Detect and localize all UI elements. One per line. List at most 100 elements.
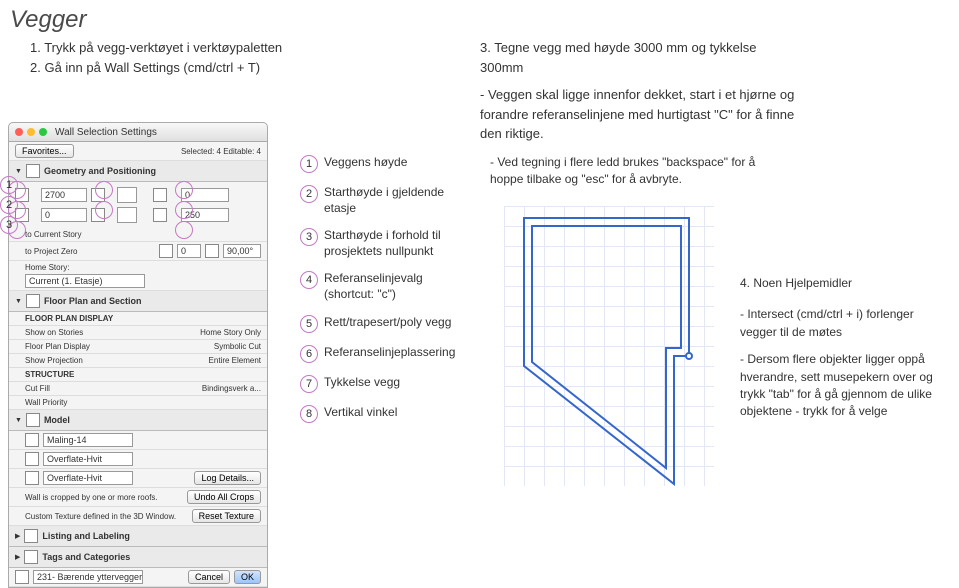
section-geometry-label: Geometry and Positioning bbox=[44, 166, 156, 176]
zero-icon bbox=[159, 244, 173, 258]
to-zero-label: to Project Zero bbox=[25, 247, 77, 256]
legend-num-8: 8 bbox=[300, 405, 318, 423]
undo-crops-button[interactable]: Undo All Crops bbox=[187, 490, 261, 504]
marker-5 bbox=[95, 201, 113, 219]
show-proj-value[interactable]: Entire Element bbox=[209, 356, 261, 365]
legend-num-2: 2 bbox=[300, 185, 318, 203]
favorites-button[interactable]: Favorites... bbox=[15, 144, 74, 158]
legend-text-3: Starthøyde i forhold til prosjektets nul… bbox=[324, 228, 470, 259]
maling-select[interactable]: Maling-14 bbox=[43, 433, 133, 447]
zero-input[interactable]: 0 bbox=[177, 244, 201, 258]
crop-row: Wall is cropped by one or more roofs. Un… bbox=[9, 488, 267, 507]
angle-icon bbox=[205, 244, 219, 258]
geometry-method-icon bbox=[153, 188, 167, 202]
fpd2-value[interactable]: Symbolic Cut bbox=[214, 342, 261, 351]
reset-texture-button[interactable]: Reset Texture bbox=[192, 509, 261, 523]
section-geometry[interactable]: ▼ Geometry and Positioning bbox=[9, 161, 267, 182]
tags-icon bbox=[24, 550, 38, 564]
traffic-lights-icon bbox=[15, 128, 47, 136]
section-listing[interactable]: ▶ Listing and Labeling bbox=[9, 526, 267, 547]
cancel-button[interactable]: Cancel bbox=[188, 570, 230, 584]
ext-markers-left: 1 2 3 bbox=[0, 176, 18, 234]
refline-picker[interactable] bbox=[117, 187, 137, 203]
height-input[interactable]: 2700 bbox=[41, 188, 87, 202]
base-input[interactable]: 0 bbox=[41, 208, 87, 222]
steps-left: 1. Trykk på vegg-verktøyet i verktøypale… bbox=[30, 38, 282, 77]
home-story-select[interactable]: Current (1. Etasje) bbox=[25, 274, 145, 288]
log-details-button[interactable]: Log Details... bbox=[194, 471, 261, 485]
marker-4 bbox=[95, 181, 113, 199]
overflate1-select[interactable]: Overflate-Hvit bbox=[43, 452, 133, 466]
layer-select[interactable]: 231- Bærende yttervegger bbox=[33, 570, 143, 584]
section-tags[interactable]: ▶ Tags and Categories bbox=[9, 547, 267, 568]
angle-input[interactable]: 90,00° bbox=[223, 244, 261, 258]
layer-icon bbox=[15, 570, 29, 584]
geometry-fields: 2700 0 0 250 bbox=[9, 182, 267, 228]
marker-8 bbox=[175, 221, 193, 239]
help-section: 4. Noen Hjelpemidler - Intersect (cmd/ct… bbox=[740, 275, 940, 431]
overflate2-select[interactable]: Overflate-Hvit bbox=[43, 471, 133, 485]
disclosure-triangle-icon: ▼ bbox=[15, 298, 22, 305]
legend-item-8: 8 Vertikal vinkel bbox=[300, 405, 470, 423]
plan-drawing bbox=[504, 206, 714, 486]
window-title: Wall Selection Settings bbox=[55, 127, 157, 138]
cutfill-value[interactable]: Bindingsverk a... bbox=[202, 384, 261, 393]
help-p2: - Dersom flere objekter ligger oppå hver… bbox=[740, 351, 940, 421]
disclosure-triangle-icon: ▶ bbox=[15, 532, 20, 540]
section-floorplan[interactable]: ▼ Floor Plan and Section bbox=[9, 291, 267, 312]
section-model[interactable]: ▼ Model bbox=[9, 410, 267, 431]
maling-row: Maling-14 bbox=[9, 431, 267, 450]
favorites-row: Favorites... Selected: 4 Editable: 4 bbox=[9, 142, 267, 161]
legend-item-1: 1 Veggens høyde bbox=[300, 155, 470, 173]
wall-priority-label: Wall Priority bbox=[25, 398, 67, 407]
structure-header: STRUCTURE bbox=[9, 368, 267, 382]
wall-settings-panel: Wall Selection Settings Favorites... Sel… bbox=[8, 122, 268, 588]
wall-icon bbox=[26, 164, 40, 178]
ok-button[interactable]: OK bbox=[234, 570, 261, 584]
help-title: 4. Noen Hjelpemidler bbox=[740, 275, 940, 292]
show-proj-label: Show Projection bbox=[25, 356, 83, 365]
marker-6 bbox=[175, 181, 193, 199]
selected-count: Selected: 4 Editable: 4 bbox=[181, 147, 261, 156]
show-on-value[interactable]: Home Story Only bbox=[200, 328, 261, 337]
floorplan-icon bbox=[26, 294, 40, 308]
ext-marker-2: 2 bbox=[0, 196, 18, 214]
legend-text-7: Tykkelse vegg bbox=[324, 375, 400, 391]
cutfill-row: Cut Fill Bindingsverk a... bbox=[9, 382, 267, 396]
panel-titlebar: Wall Selection Settings bbox=[8, 122, 268, 142]
disclosure-triangle-icon: ▼ bbox=[15, 168, 22, 175]
to-current-label: to Current Story bbox=[25, 230, 81, 239]
overflate1-row: Overflate-Hvit bbox=[9, 450, 267, 469]
material-icon bbox=[25, 452, 39, 466]
legend-item-4: 4 Referanselinjevalg (shortcut: "c") bbox=[300, 271, 470, 302]
legend: 1 Veggens høyde 2 Starthøyde i gjeldende… bbox=[300, 155, 470, 435]
ext-marker-1: 1 bbox=[0, 176, 18, 194]
legend-text-2: Starthøyde i gjeldende etasje bbox=[324, 185, 470, 216]
legend-num-5: 5 bbox=[300, 315, 318, 333]
thickness-icon bbox=[153, 208, 167, 222]
step3-lead: 3. Tegne vegg med høyde 3000 mm og tykke… bbox=[480, 38, 800, 77]
legend-item-3: 3 Starthøyde i forhold til prosjektets n… bbox=[300, 228, 470, 259]
wall-polygon-icon bbox=[504, 206, 714, 486]
legend-num-3: 3 bbox=[300, 228, 318, 246]
wall-priority-row: Wall Priority bbox=[9, 396, 267, 410]
fpd2-row: Floor Plan Display Symbolic Cut bbox=[9, 340, 267, 354]
cutfill-label: Cut Fill bbox=[25, 384, 50, 393]
refplace-picker[interactable] bbox=[117, 207, 137, 223]
legend-text-1: Veggens høyde bbox=[324, 155, 407, 171]
legend-num-7: 7 bbox=[300, 375, 318, 393]
marker-7 bbox=[175, 201, 193, 219]
step-2: 2. Gå inn på Wall Settings (cmd/ctrl + T… bbox=[30, 58, 282, 78]
material-icon bbox=[25, 471, 39, 485]
section-tags-label: Tags and Categories bbox=[42, 552, 130, 562]
section-model-label: Model bbox=[44, 415, 70, 425]
note-backspace: - Ved tegning i flere ledd brukes "backs… bbox=[490, 154, 790, 189]
overflate2-row: Overflate-Hvit Log Details... bbox=[9, 469, 267, 488]
listing-icon bbox=[24, 529, 38, 543]
to-current-row: to Current Story bbox=[9, 228, 267, 242]
step-3: 3. Tegne vegg med høyde 3000 mm og tykke… bbox=[480, 38, 800, 144]
step3-detail: - Veggen skal ligge innenfor dekket, sta… bbox=[480, 85, 800, 144]
legend-num-1: 1 bbox=[300, 155, 318, 173]
material-icon bbox=[25, 433, 39, 447]
show-on-label: Show on Stories bbox=[25, 328, 83, 337]
